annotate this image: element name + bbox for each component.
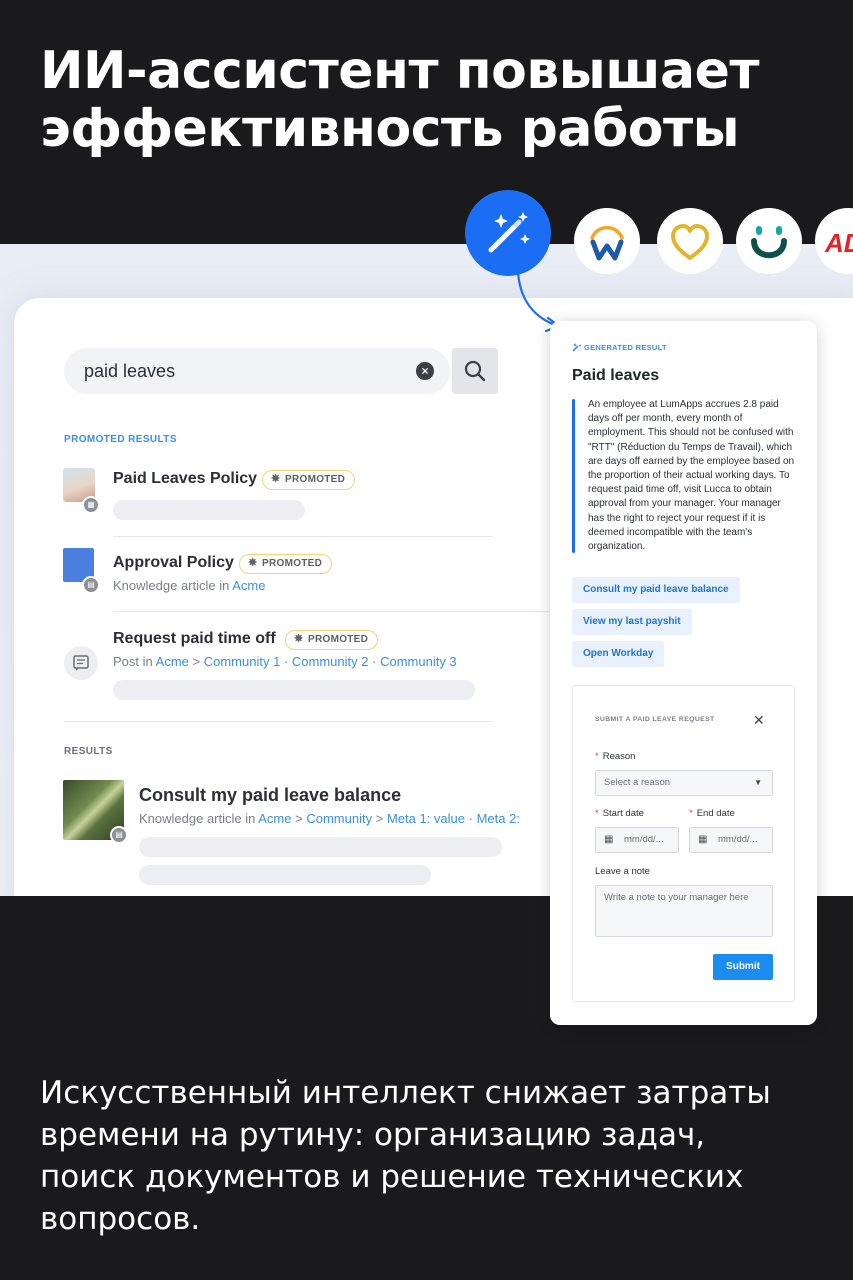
meta-link[interactable]: Community bbox=[306, 811, 372, 826]
description-line-3: поиск документов и решение технических bbox=[40, 1159, 744, 1195]
divider bbox=[113, 611, 553, 612]
note-textarea[interactable]: Write a note to your manager here bbox=[595, 885, 773, 937]
headline-line-2: эффективность работы bbox=[40, 99, 740, 159]
note-label: Leave a note bbox=[595, 866, 650, 877]
promoted-badge-label: PROMOTED bbox=[262, 558, 323, 569]
reason-select[interactable]: Select a reason ▼ bbox=[595, 770, 773, 796]
ai-assistant-button[interactable] bbox=[465, 190, 551, 276]
pin-icon: ✵ bbox=[271, 473, 281, 485]
meta-link[interactable]: Acme bbox=[258, 811, 291, 826]
headline-line-1: ИИ-ассистент повышает bbox=[40, 41, 760, 101]
adp-icon: AD bbox=[825, 228, 853, 258]
meta-link[interactable]: Acme bbox=[232, 578, 265, 593]
divider bbox=[113, 536, 493, 537]
result-title-request-paid-time-off[interactable]: Request paid time off bbox=[113, 630, 276, 648]
skeleton-line bbox=[139, 865, 431, 885]
promoted-badge: ✵ PROMOTED bbox=[262, 470, 356, 490]
description-line-1: Искусственный интеллект снижает затраты bbox=[40, 1075, 771, 1111]
quote-bar bbox=[572, 399, 575, 553]
promoted-results-label: PROMOTED RESULTS bbox=[64, 434, 177, 445]
close-icon[interactable]: ✕ bbox=[753, 712, 765, 729]
calendar-icon: ▦ bbox=[604, 834, 614, 845]
meta-link[interactable]: Community 1 bbox=[204, 654, 281, 669]
promoted-badge: ✵ PROMOTED bbox=[239, 554, 333, 574]
start-date-field[interactable]: ▦ mm/dd/... bbox=[595, 827, 679, 853]
results-label: RESULTS bbox=[64, 746, 113, 757]
heart-icon bbox=[671, 224, 709, 260]
result-meta: Knowledge article in Acme bbox=[113, 578, 266, 593]
promoted-badge-label: PROMOTED bbox=[285, 474, 346, 485]
headline: ИИ-ассистент повышает эффективность рабо… bbox=[40, 42, 820, 158]
meta-link[interactable]: Community 2 bbox=[292, 654, 369, 669]
result-title-paid-leaves-policy[interactable]: Paid Leaves Policy bbox=[113, 470, 257, 488]
caret-down-icon: ▼ bbox=[754, 778, 762, 787]
search-button[interactable] bbox=[452, 348, 498, 394]
post-icon bbox=[64, 646, 98, 680]
workday-logo bbox=[574, 208, 640, 274]
start-date-label: * Start date bbox=[595, 808, 644, 819]
open-workday-button[interactable]: Open Workday bbox=[572, 641, 665, 667]
meta-link[interactable]: Acme bbox=[156, 654, 189, 669]
search-icon bbox=[464, 360, 486, 382]
result-title-approval-policy[interactable]: Approval Policy bbox=[113, 554, 234, 572]
smile-icon bbox=[751, 226, 787, 259]
generated-result-label: GENERATED RESULT bbox=[584, 343, 667, 352]
pin-icon: ✵ bbox=[294, 633, 304, 645]
meta-link[interactable]: Meta 2: bbox=[477, 811, 520, 826]
clear-icon[interactable]: × bbox=[416, 362, 434, 380]
search-query: paid leaves bbox=[84, 361, 176, 381]
meta-link[interactable]: Community 3 bbox=[380, 654, 457, 669]
article-icon: ▤ bbox=[82, 576, 100, 594]
skeleton-line bbox=[113, 680, 475, 700]
magic-wand-icon bbox=[572, 343, 582, 352]
promoted-badge-label: PROMOTED bbox=[308, 634, 369, 645]
generated-title: Paid leaves bbox=[572, 367, 660, 384]
generated-answer: An employee at LumApps accrues 2.8 paid … bbox=[588, 399, 795, 553]
description-line-2: времени на рутину: организацию задач, bbox=[40, 1117, 706, 1153]
search-input[interactable]: paid leaves × bbox=[64, 348, 450, 394]
smile-logo bbox=[736, 208, 802, 274]
end-date-label: * End date bbox=[689, 808, 735, 819]
end-date-field[interactable]: ▦ mm/dd/... bbox=[689, 827, 773, 853]
chat-icon bbox=[73, 655, 89, 671]
article-icon: ▤ bbox=[110, 826, 128, 844]
pin-icon: ✵ bbox=[248, 557, 258, 569]
consult-balance-button[interactable]: Consult my paid leave balance bbox=[572, 577, 740, 603]
result-title-consult-balance[interactable]: Consult my paid leave balance bbox=[139, 785, 401, 806]
form-title: SUBMIT A PAID LEAVE REQUEST bbox=[595, 716, 715, 723]
reason-label: * Reason bbox=[595, 751, 636, 762]
generated-result-card: GENERATED RESULT Paid leaves An employee… bbox=[550, 321, 817, 1025]
result-meta: Post in Acme > Community 1 · Community 2… bbox=[113, 654, 457, 669]
skeleton-line bbox=[139, 837, 502, 857]
result-meta: Knowledge article in Acme > Community > … bbox=[139, 811, 520, 826]
meta-link[interactable]: Meta 1: value bbox=[387, 811, 465, 826]
magic-wand-icon bbox=[488, 212, 530, 253]
promoted-badge: ✵ PROMOTED bbox=[285, 630, 379, 650]
calendar-icon: ▦ bbox=[82, 496, 100, 514]
leave-request-form: SUBMIT A PAID LEAVE REQUEST ✕ * Reason Se… bbox=[572, 685, 795, 1002]
heart-logo bbox=[657, 208, 723, 274]
workday-icon bbox=[590, 225, 624, 261]
submit-button[interactable]: Submit bbox=[713, 954, 773, 980]
description: Искусственный интеллект снижает затраты … bbox=[40, 1072, 820, 1240]
calendar-icon: ▦ bbox=[698, 834, 708, 845]
view-payslip-button[interactable]: View my last payshit bbox=[572, 609, 692, 635]
description-line-4: вопросов. bbox=[40, 1201, 201, 1237]
divider bbox=[64, 721, 492, 722]
skeleton-line bbox=[113, 500, 305, 520]
